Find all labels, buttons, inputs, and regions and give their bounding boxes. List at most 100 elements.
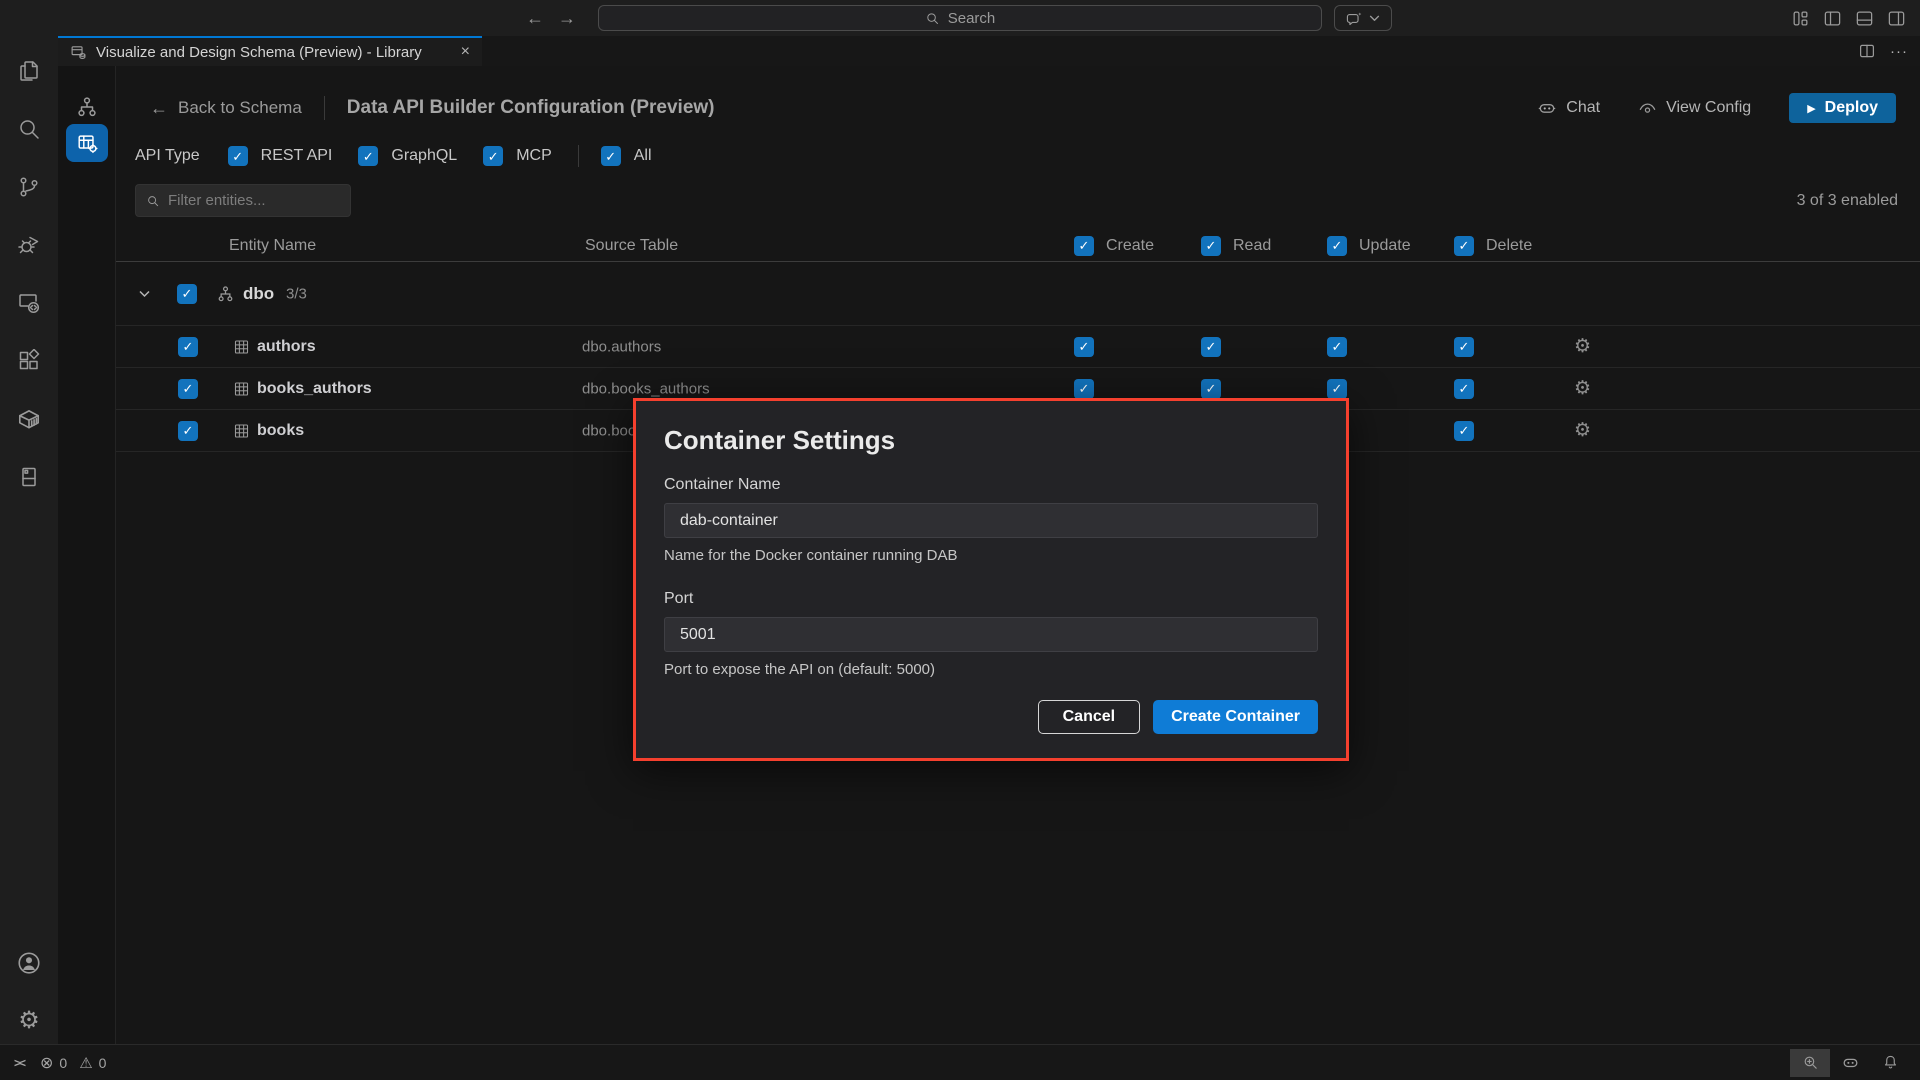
remote-window-icon[interactable] — [14, 1056, 24, 1070]
graphql-option[interactable]: GraphQL — [358, 146, 457, 166]
command-search-input[interactable]: Search — [598, 5, 1322, 31]
read-checkbox[interactable] — [1201, 337, 1221, 357]
collapse-chevron-icon[interactable] — [138, 290, 151, 298]
schema-designer-view-icon[interactable] — [74, 94, 100, 120]
graphql-label: GraphQL — [391, 147, 457, 165]
container-name-label: Container Name — [664, 476, 1318, 494]
col-source-table: Source Table — [585, 237, 678, 255]
explorer-files-icon[interactable] — [16, 58, 42, 84]
table-icon — [233, 338, 250, 355]
source-control-icon[interactable] — [16, 174, 42, 200]
schema-tab-icon — [70, 44, 87, 61]
filter-entities-box[interactable] — [135, 184, 351, 217]
search-sidebar-icon[interactable] — [16, 116, 42, 142]
delete-all-checkbox[interactable] — [1454, 236, 1474, 256]
filter-entities-input[interactable] — [168, 192, 328, 209]
deploy-button[interactable]: Deploy — [1789, 93, 1896, 123]
source-table: dbo.books_authors — [582, 380, 710, 397]
remote-explorer-icon[interactable] — [16, 290, 42, 316]
close-tab-icon[interactable] — [461, 43, 470, 61]
create-checkbox[interactable] — [1074, 379, 1094, 399]
rest-api-option[interactable]: REST API — [228, 146, 333, 166]
container-name-input[interactable] — [664, 503, 1318, 538]
warnings-icon — [79, 1054, 92, 1072]
entity-name: authors — [257, 338, 316, 356]
zoom-indicator-icon[interactable] — [1790, 1049, 1830, 1077]
row-settings-gear-icon[interactable] — [1574, 379, 1591, 399]
row-settings-gear-icon[interactable] — [1574, 421, 1591, 441]
api-type-filter-row: API Type REST API GraphQL MCP All — [135, 142, 678, 170]
col-read: Read — [1233, 237, 1271, 255]
notifications-bell-icon[interactable] — [1870, 1049, 1910, 1077]
account-icon[interactable] — [16, 950, 42, 976]
back-to-schema-button[interactable]: Back to Schema — [150, 98, 302, 119]
chat-label: Chat — [1566, 99, 1600, 117]
split-editor-icon[interactable] — [1858, 42, 1876, 60]
toggle-panel-icon[interactable] — [1855, 9, 1874, 28]
rest-api-label: REST API — [261, 147, 333, 165]
more-actions-icon[interactable] — [1890, 43, 1908, 60]
extensions-icon[interactable] — [16, 348, 42, 374]
rest-api-checkbox[interactable] — [228, 146, 248, 166]
run-debug-icon[interactable] — [16, 232, 42, 258]
copilot-face-icon — [1537, 98, 1557, 118]
container-name-help: Name for the Docker container running DA… — [664, 547, 1318, 564]
database-projects-icon[interactable] — [16, 464, 42, 490]
port-input[interactable] — [664, 617, 1318, 652]
delete-checkbox[interactable] — [1454, 337, 1474, 357]
table-header-row: Entity Name Source Table Create Read Upd… — [116, 230, 1920, 262]
copilot-menu-button[interactable] — [1334, 5, 1392, 31]
toggle-secondary-sidebar-icon[interactable] — [1887, 9, 1906, 28]
mcp-checkbox[interactable] — [483, 146, 503, 166]
docker-container-icon[interactable] — [16, 406, 42, 432]
col-entity-name: Entity Name — [229, 237, 316, 255]
schema-group-row[interactable]: dbo 3/3 — [116, 262, 1920, 326]
row-checkbox[interactable] — [178, 421, 198, 441]
update-checkbox[interactable] — [1327, 379, 1347, 399]
dialog-footer: Cancel Create Container — [664, 700, 1318, 734]
all-checkbox[interactable] — [601, 146, 621, 166]
read-all-checkbox[interactable] — [1201, 236, 1221, 256]
schema-icon — [216, 284, 235, 303]
create-all-checkbox[interactable] — [1074, 236, 1094, 256]
customize-layout-icon[interactable] — [1791, 9, 1810, 28]
chat-button[interactable]: Chat — [1537, 98, 1600, 118]
errors-count: 0 — [59, 1055, 67, 1071]
view-config-button[interactable]: View Config — [1638, 99, 1751, 118]
update-all-checkbox[interactable] — [1327, 236, 1347, 256]
update-checkbox[interactable] — [1327, 337, 1347, 357]
back-arrow-icon — [150, 98, 168, 119]
navigate-forward-icon[interactable] — [558, 8, 576, 29]
create-container-button[interactable]: Create Container — [1153, 700, 1318, 734]
copilot-chat-icon — [1346, 10, 1363, 27]
enabled-summary: 3 of 3 enabled — [1797, 192, 1898, 210]
api-type-label: API Type — [135, 147, 200, 165]
mcp-option[interactable]: MCP — [483, 146, 552, 166]
table-row-authors[interactable]: authors dbo.authors — [116, 326, 1920, 368]
dab-config-view-tile[interactable] — [66, 124, 108, 162]
create-checkbox[interactable] — [1074, 337, 1094, 357]
navigate-back-icon[interactable] — [526, 8, 544, 29]
warnings-count: 0 — [99, 1055, 107, 1071]
copilot-status-icon[interactable] — [1830, 1049, 1870, 1077]
all-option[interactable]: All — [601, 146, 652, 166]
cancel-button[interactable]: Cancel — [1038, 700, 1140, 734]
group-checkbox[interactable] — [177, 284, 197, 304]
row-checkbox[interactable] — [178, 337, 198, 357]
delete-checkbox[interactable] — [1454, 379, 1474, 399]
settings-gear-icon[interactable] — [16, 1008, 42, 1034]
graphql-checkbox[interactable] — [358, 146, 378, 166]
editor-tab-bar: Visualize and Design Schema (Preview) - … — [58, 36, 1920, 66]
header-divider — [324, 96, 325, 120]
col-create: Create — [1106, 237, 1154, 255]
group-count: 3/3 — [286, 285, 307, 302]
tab-visualize-design-schema[interactable]: Visualize and Design Schema (Preview) - … — [58, 36, 482, 66]
row-settings-gear-icon[interactable] — [1574, 337, 1591, 357]
problems-indicator[interactable]: 0 0 — [40, 1053, 106, 1073]
layout-controls — [1791, 0, 1906, 36]
deploy-label: Deploy — [1825, 99, 1878, 117]
row-checkbox[interactable] — [178, 379, 198, 399]
read-checkbox[interactable] — [1201, 379, 1221, 399]
delete-checkbox[interactable] — [1454, 421, 1474, 441]
toggle-primary-sidebar-icon[interactable] — [1823, 9, 1842, 28]
